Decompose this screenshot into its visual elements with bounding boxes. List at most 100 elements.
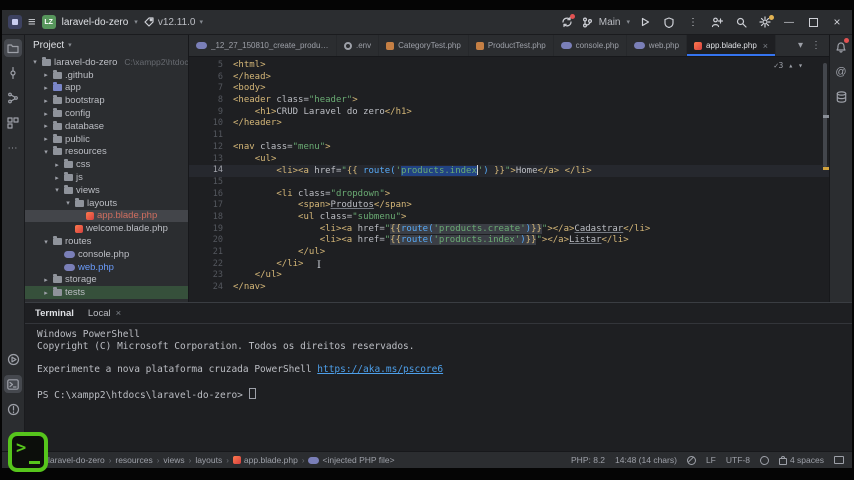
inspections-widget[interactable]: ✓3 ▴ ▾ [774, 60, 803, 72]
database-icon[interactable] [832, 88, 850, 106]
editor-tab--env[interactable]: .env [337, 35, 379, 56]
terminal-output[interactable]: Windows PowerShellCopyright (C) Microsof… [25, 324, 852, 451]
project-panel-header[interactable]: Project ▾ [25, 35, 188, 55]
breadcrumb-item[interactable]: views [163, 455, 184, 465]
terminal-link[interactable]: https://aka.ms/pscore6 [317, 364, 443, 375]
editor-tab-app-blade-php[interactable]: app.blade.php× [687, 35, 776, 56]
code-line-10[interactable]: 10</header> [189, 118, 829, 130]
code-line-9[interactable]: 9 <h1>CRUD Laravel do zero</h1> [189, 107, 829, 119]
code-line-16[interactable]: 16 <li class="dropdown"> [189, 189, 829, 201]
line-number[interactable]: 12 [189, 142, 233, 154]
problems-icon[interactable] [4, 400, 22, 418]
code-line-8[interactable]: 8<header class="header"> [189, 95, 829, 107]
code-line-15[interactable]: 15 [189, 177, 829, 189]
line-number[interactable]: 10 [189, 118, 233, 130]
run-icon[interactable] [636, 14, 654, 30]
tree-toggle-icon[interactable]: ▾ [42, 148, 50, 156]
next-problem-icon[interactable]: ▾ [798, 60, 803, 72]
terminal-tool-icon[interactable] [4, 375, 22, 393]
editor-tab-console-php[interactable]: console.php [554, 35, 627, 56]
main-menu-icon[interactable]: ≡ [28, 17, 36, 27]
line-number[interactable]: 18 [189, 212, 233, 224]
line-number[interactable]: 23 [189, 270, 233, 282]
code-line-13[interactable]: 13 <ul> [189, 154, 829, 166]
vcs-commit-icon[interactable] [4, 64, 22, 82]
code-line-5[interactable]: 5<html> [189, 60, 829, 72]
line-number[interactable]: 20 [189, 235, 233, 247]
tree-toggle-icon[interactable]: ▸ [42, 276, 50, 284]
status-item[interactable]: UTF-8 [726, 455, 750, 465]
tree-item-resources[interactable]: ▾resources [25, 146, 188, 159]
hidden-tabs-icon[interactable]: ▾ [798, 40, 803, 51]
structure-icon[interactable] [4, 89, 22, 107]
line-number[interactable]: 21 [189, 247, 233, 259]
tree-item-app-blade-php[interactable]: app.blade.php [25, 210, 188, 223]
code-line-19[interactable]: 19 <li><a href="{{route('products.create… [189, 224, 829, 236]
tree-item-bootstrap[interactable]: ▸bootstrap [25, 94, 188, 107]
code-line-7[interactable]: 7<body> [189, 83, 829, 95]
tree-item-console-php[interactable]: console.php [25, 248, 188, 261]
editor-tab-producttest-php[interactable]: ProductTest.php [469, 35, 554, 56]
status-item[interactable]: LF [706, 455, 716, 465]
tree-item-routes[interactable]: ▾routes [25, 235, 188, 248]
code-line-14[interactable]: 14 <li><a href="{{ route('products.index… [189, 165, 829, 177]
code-line-11[interactable]: 11 [189, 130, 829, 142]
line-number[interactable]: 17 [189, 200, 233, 212]
line-number[interactable]: 16 [189, 189, 233, 201]
breadcrumb-item[interactable]: layouts [195, 455, 222, 465]
version-widget[interactable]: v12.11.0 ▾ [144, 17, 203, 28]
tree-item-js[interactable]: ▸js [25, 171, 188, 184]
indent-widget[interactable]: 4 spaces [779, 455, 824, 465]
tree-toggle-icon[interactable]: ▸ [42, 110, 50, 118]
line-number[interactable]: 9 [189, 107, 233, 119]
breadcrumb-item[interactable]: laravel-do-zero [48, 455, 105, 465]
tree-toggle-icon[interactable]: ▸ [53, 174, 61, 182]
code-line-12[interactable]: 12<nav class="menu"> [189, 142, 829, 154]
code-line-22[interactable]: 22 </li> [189, 259, 829, 271]
tree-toggle-icon[interactable]: ▸ [42, 135, 50, 143]
line-number[interactable]: 14 [189, 165, 233, 177]
warning-stripe-mark[interactable] [823, 167, 829, 170]
debug-icon[interactable] [660, 14, 678, 30]
tree-toggle-icon[interactable]: ▸ [42, 122, 50, 130]
line-number[interactable]: 6 [189, 72, 233, 84]
terminal-tab-local[interactable]: Local × [88, 308, 121, 319]
services-icon[interactable] [4, 114, 22, 132]
tree-item-config[interactable]: ▸config [25, 107, 188, 120]
line-number[interactable]: 24 [189, 282, 233, 294]
breadcrumb-item[interactable]: <injected PHP file> [308, 455, 394, 465]
ai-assistant-icon[interactable]: @ [832, 63, 850, 81]
readonly-toggle[interactable] [687, 456, 696, 465]
more-tools-icon[interactable]: ⋯ [4, 139, 22, 157]
tree-toggle-icon[interactable]: ▸ [42, 84, 50, 92]
code-line-18[interactable]: 18 <ul class="submenu"> [189, 212, 829, 224]
tree-toggle-icon[interactable]: ▾ [53, 186, 61, 194]
tree-toggle-icon[interactable]: ▸ [42, 71, 50, 79]
code-line-24[interactable]: 24</nav> [189, 282, 829, 294]
line-number[interactable]: 15 [189, 177, 233, 189]
code-line-6[interactable]: 6</head> [189, 72, 829, 84]
code-editor[interactable]: 5<html>6</head>7<body>8<header class="he… [189, 57, 829, 302]
line-number[interactable]: 7 [189, 83, 233, 95]
tree-toggle-icon[interactable]: ▸ [42, 289, 50, 297]
tree-item-web-php[interactable]: web.php [25, 261, 188, 274]
minimize-button[interactable]: — [780, 14, 798, 30]
line-number[interactable]: 11 [189, 130, 233, 142]
notifications-bell-icon[interactable] [832, 38, 850, 56]
code-line-20[interactable]: 20 <li><a href="{{route('products.index'… [189, 235, 829, 247]
project-widget[interactable]: LZ laravel-do-zero ▾ [42, 15, 138, 29]
breadcrumb-item[interactable]: app.blade.php [233, 455, 298, 465]
code-line-17[interactable]: 17 <span>Produtos</span> [189, 200, 829, 212]
code-line-21[interactable]: 21 </ul> [189, 247, 829, 259]
tree-item-database[interactable]: ▸database [25, 120, 188, 133]
tree-item-views[interactable]: ▾views [25, 184, 188, 197]
close-icon[interactable]: × [116, 308, 122, 319]
editor-tab--12-27-150810-create-products-table-php[interactable]: _12_27_150810_create_products_table.php [189, 35, 337, 56]
line-number[interactable]: 22 [189, 259, 233, 271]
tree-item-storage[interactable]: ▸storage [25, 274, 188, 287]
status-item[interactable]: 14:48 (14 chars) [615, 455, 677, 465]
tree-toggle-icon[interactable]: ▾ [42, 238, 50, 246]
more-actions-icon[interactable]: ⋮ [684, 14, 702, 30]
line-number[interactable]: 8 [189, 95, 233, 107]
tree-item-app[interactable]: ▸app [25, 82, 188, 95]
